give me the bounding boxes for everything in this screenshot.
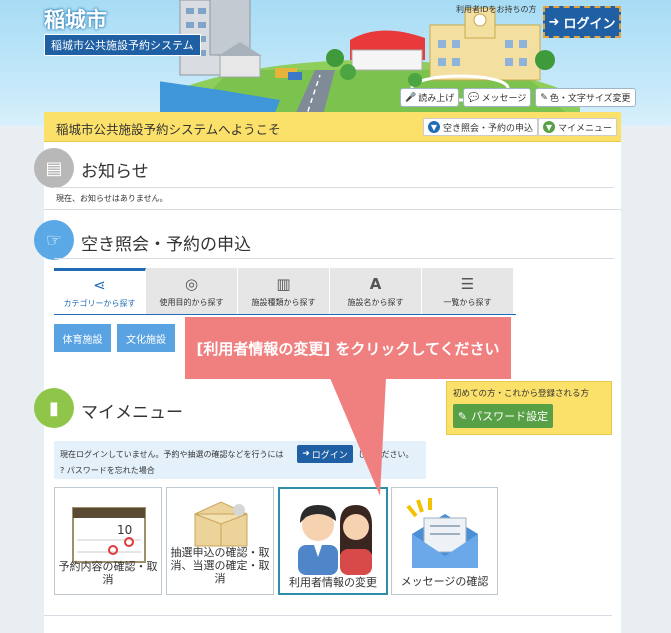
- users-icon: [298, 505, 372, 575]
- login-note: 利用者IDをお持ちの方: [456, 5, 537, 14]
- read-aloud-button[interactable]: 🎤 読み上げ: [400, 88, 460, 107]
- system-name-label: 稲城市公共施設予約システム: [44, 34, 201, 56]
- login-icon: ➜: [302, 449, 310, 459]
- welcome-bar: 稲城市公共施設予約システムへようこそ ▼ 空き照会・予約の申込 ▼ マイメニュー: [44, 112, 621, 142]
- first-time-text: 初めての方・これから登録される方: [453, 389, 590, 399]
- arrow-down-icon: ▼: [428, 121, 440, 133]
- compass-icon: ◎: [184, 274, 199, 293]
- card-user-info-change[interactable]: 利用者情報の変更: [278, 487, 388, 595]
- card-label: 抽選申込の確認・取消、当選の確定・取消: [170, 546, 270, 586]
- login-icon: ➜: [548, 14, 560, 30]
- city-name: 稲城市: [44, 8, 107, 32]
- divider: [54, 258, 614, 259]
- site-header: 稲城市 稲城市公共施設予約システム 利用者IDをお持ちの方 ➜ ログイン 🎤 読…: [0, 0, 671, 126]
- building-icon: ▥: [276, 274, 291, 293]
- divider: [44, 209, 621, 210]
- tab-underline: [54, 314, 516, 315]
- card-reservation-confirm[interactable]: 10 予約内容の確認・取消: [54, 487, 162, 595]
- availability-title: 空き照会・予約の申込: [81, 235, 251, 255]
- category-culture-button[interactable]: 文化施設: [117, 324, 175, 352]
- tab-list[interactable]: ☰ 一覧から探す: [422, 268, 514, 314]
- login-button-label: ログイン: [563, 16, 616, 32]
- login-button[interactable]: ➜ ログイン: [543, 6, 621, 38]
- instruction-callout: [利用者情報の変更] をクリックしてください: [185, 317, 511, 379]
- divider: [44, 615, 612, 616]
- share-icon: ⋖: [93, 276, 106, 294]
- category-sports-button[interactable]: 体育施設: [54, 324, 111, 352]
- microphone-icon: 🎤: [405, 92, 417, 103]
- tab-purpose[interactable]: ◎ 使用目的から探す: [146, 268, 238, 314]
- arrow-down-icon: ▼: [543, 121, 555, 133]
- letter-a-icon: A: [369, 274, 382, 293]
- color-font-size-button[interactable]: ✎ 色・文字サイズ変更: [535, 88, 636, 107]
- tab-facility-name[interactable]: A 施設名から探す: [330, 268, 422, 314]
- speech-bubble-icon: 💬: [468, 92, 480, 103]
- callout-pointer: [330, 378, 386, 496]
- lottery-box-icon: [194, 501, 248, 547]
- login-status-text: 現在ログインしていません。予約や抽選の確認などを行うには: [60, 450, 284, 459]
- svg-text:10: 10: [117, 523, 132, 537]
- calendar-icon: 10: [72, 507, 146, 563]
- notices-title: お知らせ: [81, 162, 149, 182]
- header-tools: 🎤 読み上げ 💬 メッセージ ✎ 色・文字サイズ変更: [400, 88, 636, 107]
- pen-icon: ✎: [540, 92, 548, 103]
- pencil-icon: ✎: [457, 409, 468, 423]
- mymenu-link-button[interactable]: ▼ マイメニュー: [538, 118, 618, 136]
- welcome-text: 稲城市公共施設予約システムへようこそ: [56, 122, 281, 137]
- card-lottery-confirm[interactable]: 抽選申込の確認・取消、当選の確定・取消: [166, 487, 274, 595]
- card-label: 利用者情報の変更: [289, 576, 377, 589]
- card-label: 予約内容の確認・取消: [58, 560, 158, 587]
- envelope-icon: [406, 498, 478, 568]
- pointing-hand-icon: ☞: [34, 220, 74, 260]
- notices-body: 現在、お知らせはありません。: [56, 194, 168, 203]
- mymenu-title: マイメニュー: [81, 403, 183, 423]
- question-icon: ?: [60, 466, 65, 475]
- availability-link-button[interactable]: ▼ 空き照会・予約の申込: [423, 118, 539, 136]
- card-label: メッセージの確認: [400, 575, 489, 588]
- password-setup-button[interactable]: ✎ パスワード設定: [453, 404, 553, 428]
- tab-category[interactable]: ⋖ カテゴリーから探す: [54, 268, 146, 314]
- card-message-confirm[interactable]: メッセージの確認: [391, 487, 498, 595]
- list-icon: ☰: [460, 274, 475, 293]
- tab-facility-type[interactable]: ▥ 施設種類から探す: [238, 268, 330, 314]
- message-button[interactable]: 💬 メッセージ: [463, 88, 532, 107]
- forgot-password-link[interactable]: ? パスワードを忘れた場合: [60, 465, 155, 476]
- header-cityscape-illustration: [160, 0, 580, 126]
- first-time-panel: 初めての方・これから登録される方 ✎ パスワード設定: [446, 381, 612, 435]
- bookmark-icon: ▮: [34, 388, 74, 428]
- search-tabs: ⋖ カテゴリーから探す ◎ 使用目的から探す ▥ 施設種類から探す A 施設名か…: [54, 268, 514, 314]
- divider: [54, 187, 614, 188]
- newspaper-icon: ▤: [34, 148, 74, 188]
